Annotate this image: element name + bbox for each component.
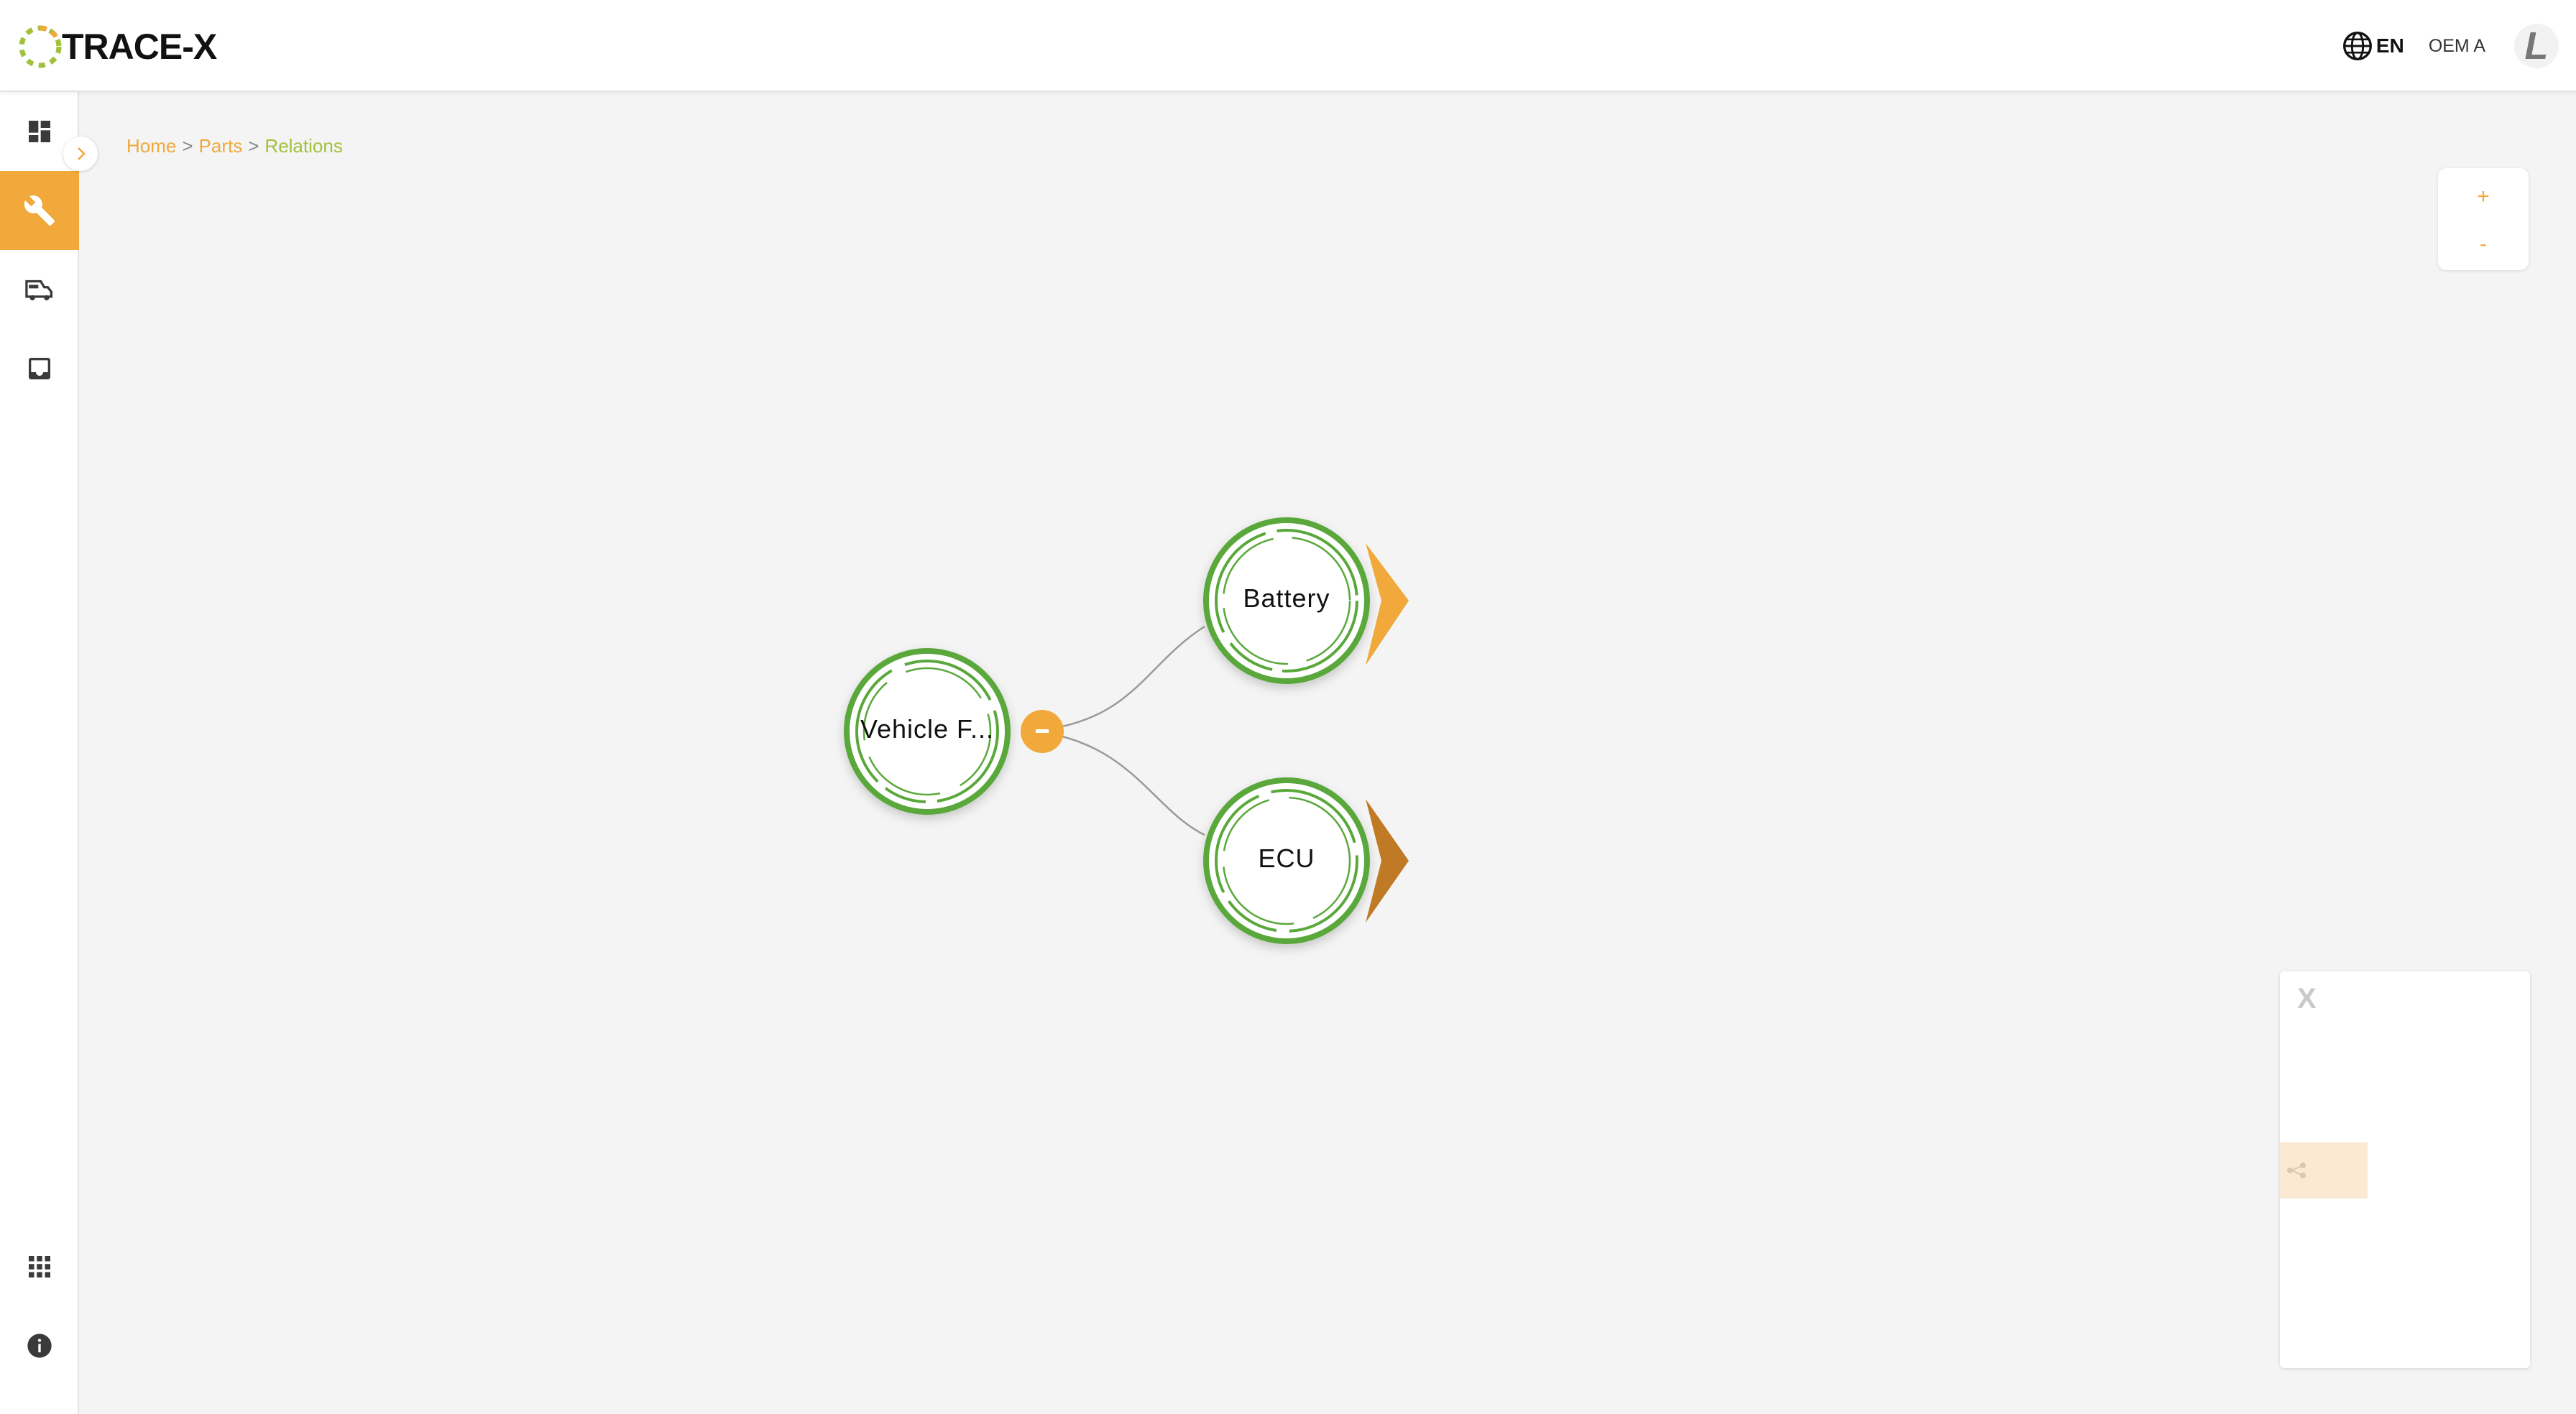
sidebar-item-parts[interactable]: [0, 171, 79, 250]
top-header: TRACE-X EN OEM A L: [0, 0, 2576, 92]
expand-arrow-battery[interactable]: [1366, 543, 1409, 665]
edge-root-ecu: [1059, 734, 1205, 836]
sidebar-toggle-button[interactable]: [63, 137, 98, 171]
language-code: EN: [2375, 34, 2404, 57]
user-name: OEM A: [2428, 35, 2485, 56]
apps-grid-icon: [29, 1256, 50, 1277]
user-avatar[interactable]: L: [2514, 24, 2559, 68]
wrench-icon: [24, 195, 55, 226]
expand-arrow-ecu[interactable]: [1366, 799, 1409, 923]
vehicles-icon: [25, 279, 53, 301]
minimap-viewport[interactable]: [2280, 1142, 2368, 1198]
inbox-icon: [29, 358, 50, 379]
node-battery-label: Battery: [1243, 583, 1330, 613]
sidebar-item-notifications[interactable]: [0, 329, 79, 408]
language-switcher[interactable]: EN: [2342, 30, 2404, 62]
minimap-graph-icon: [2287, 1163, 2306, 1178]
edge-root-battery: [1059, 625, 1205, 729]
sidebar-item-about[interactable]: [0, 1306, 79, 1385]
sidebar-item-other-parts[interactable]: [0, 250, 79, 329]
info-icon: [27, 1334, 52, 1358]
collapse-button[interactable]: [1021, 710, 1064, 753]
node-ecu-label: ECU: [1258, 844, 1315, 873]
globe-icon: [2342, 32, 2372, 60]
logo-ring-icon: [19, 25, 62, 68]
app-name: TRACE-X: [62, 27, 217, 67]
node-vehicle-label: Vehicle F...: [860, 714, 995, 744]
avatar-initial: L: [2524, 24, 2549, 68]
app-logo[interactable]: TRACE-X: [16, 14, 217, 79]
relations-graph: [844, 517, 1409, 944]
minimap-close-button[interactable]: X: [2297, 983, 2317, 1015]
minimap[interactable]: X: [2280, 971, 2530, 1368]
sidebar: [0, 92, 79, 1414]
sidebar-item-apps[interactable]: [0, 1227, 79, 1306]
dashboard-icon: [29, 121, 50, 142]
chevron-right-icon: [78, 147, 86, 160]
